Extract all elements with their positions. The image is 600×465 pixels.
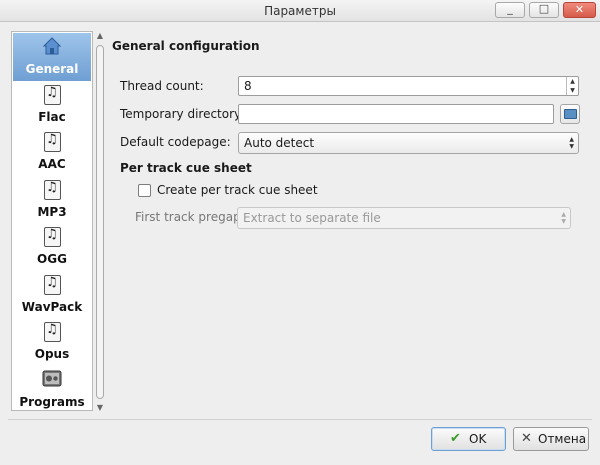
home-icon xyxy=(42,37,62,55)
temp-dir-input[interactable] xyxy=(238,104,554,124)
settings-page-list: General Flac AAC MP3 OGG WavPack Opus Pr… xyxy=(11,31,93,411)
sidebar-item-label: Flac xyxy=(38,110,66,124)
section-title: General configuration xyxy=(112,39,260,53)
sidebar-item-mp3[interactable]: MP3 xyxy=(13,176,91,224)
close-button[interactable]: ✕ xyxy=(563,2,596,18)
title-bar: Параметры _ □ ✕ xyxy=(0,0,600,22)
ok-button[interactable]: ✔ OK xyxy=(431,427,506,451)
sidebar-item-label: MP3 xyxy=(37,205,67,219)
spin-arrows-icon[interactable]: ▲ ▼ xyxy=(566,77,578,95)
scroll-up-icon[interactable]: ▲ xyxy=(95,31,105,40)
sidebar-item-ogg[interactable]: OGG xyxy=(13,223,91,271)
chevron-updown-icon: ▲ ▼ xyxy=(569,136,574,150)
thread-count-value: 8 xyxy=(244,79,252,93)
create-cue-label[interactable]: Create per track cue sheet xyxy=(157,183,318,197)
sidebar-item-label: WavPack xyxy=(21,300,83,314)
cue-section-title: Per track cue sheet xyxy=(120,161,252,175)
minimize-button[interactable]: _ xyxy=(495,2,525,18)
codepage-select[interactable]: Auto detect ▲ ▼ xyxy=(238,132,579,154)
sidebar-item-label: AAC xyxy=(38,157,66,171)
temp-dir-label: Temporary directory: xyxy=(120,107,245,121)
sidebar-item-flac[interactable]: Flac xyxy=(13,81,91,129)
cancel-label: Отмена xyxy=(538,432,587,446)
close-icon: ✕ xyxy=(521,431,532,446)
sidebar-item-aac[interactable]: AAC xyxy=(13,128,91,176)
pregap-select[interactable]: Extract to separate file ▲ ▼ xyxy=(237,207,571,229)
scrollbar-thumb[interactable] xyxy=(96,45,104,399)
scroll-down-icon[interactable]: ▼ xyxy=(95,403,105,412)
folder-icon xyxy=(564,109,577,119)
music-note-icon xyxy=(44,322,61,342)
music-note-icon xyxy=(44,180,61,200)
programs-icon xyxy=(42,370,62,387)
sidebar-item-label: Opus xyxy=(34,347,70,361)
thread-count-label: Thread count: xyxy=(120,79,204,93)
maximize-icon: □ xyxy=(538,2,550,15)
ok-label: OK xyxy=(469,432,487,446)
maximize-button[interactable]: □ xyxy=(529,2,559,18)
minimize-icon: _ xyxy=(507,2,513,15)
sidebar-item-label: General xyxy=(25,62,79,76)
pregap-label: First track pregap: xyxy=(135,210,245,224)
codepage-label: Default codepage: xyxy=(120,135,231,149)
music-note-icon xyxy=(44,275,61,295)
cancel-button[interactable]: ✕ Отмена xyxy=(513,427,589,451)
sidebar-item-label: OGG xyxy=(37,252,67,266)
close-icon: ✕ xyxy=(574,3,585,16)
thread-count-spinbox[interactable]: 8 ▲ ▼ xyxy=(238,76,579,96)
music-note-icon xyxy=(44,85,61,105)
browse-folder-button[interactable] xyxy=(560,104,580,124)
checkmark-icon: ✔ xyxy=(450,431,461,446)
sidebar-item-label: Programs xyxy=(19,395,85,409)
music-note-icon xyxy=(44,132,61,152)
sidebar-item-wavpack[interactable]: WavPack xyxy=(13,271,91,319)
music-note-icon xyxy=(44,227,61,247)
create-cue-checkbox[interactable] xyxy=(138,184,151,197)
chevron-updown-icon: ▲ ▼ xyxy=(561,211,566,225)
sidebar-item-general[interactable]: General xyxy=(13,33,91,81)
codepage-value: Auto detect xyxy=(244,136,315,150)
sidebar-item-programs[interactable]: Programs xyxy=(13,366,91,414)
sidebar-scrollbar[interactable]: ▲ ▼ xyxy=(95,31,105,413)
footer-divider xyxy=(8,419,592,420)
pregap-value: Extract to separate file xyxy=(243,211,381,225)
sidebar-item-opus[interactable]: Opus xyxy=(13,318,91,366)
